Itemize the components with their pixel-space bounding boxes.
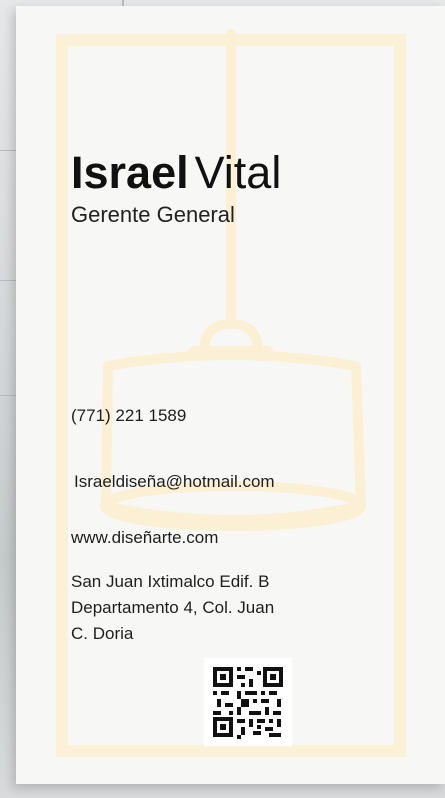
last-name: Vital: [194, 147, 282, 198]
website-url: www.diseñarte.com: [71, 528, 219, 547]
postal-address: San Juan Ixtimalco Edif. B Departamento …: [71, 569, 351, 647]
address-line-2: Departamento 4, Col. Juan: [71, 598, 275, 617]
business-card: Israel Vital Gerente General (771) 221 15…: [16, 6, 445, 784]
job-title: Gerente General: [71, 202, 235, 227]
qr-code-icon: [204, 658, 292, 746]
email-address: Israeldiseña@hotmail.com: [74, 472, 275, 491]
address-line-3: C. Doria: [71, 624, 134, 643]
background-line: [0, 280, 16, 281]
person-name: Israel Vital: [71, 146, 281, 200]
address-line-1: San Juan Ixtimalco Edif. B: [71, 572, 270, 591]
first-name: Israel: [71, 147, 189, 198]
phone-number: (771) 221 1589: [71, 406, 187, 425]
background-line: [0, 150, 16, 151]
background-line: [0, 395, 16, 396]
